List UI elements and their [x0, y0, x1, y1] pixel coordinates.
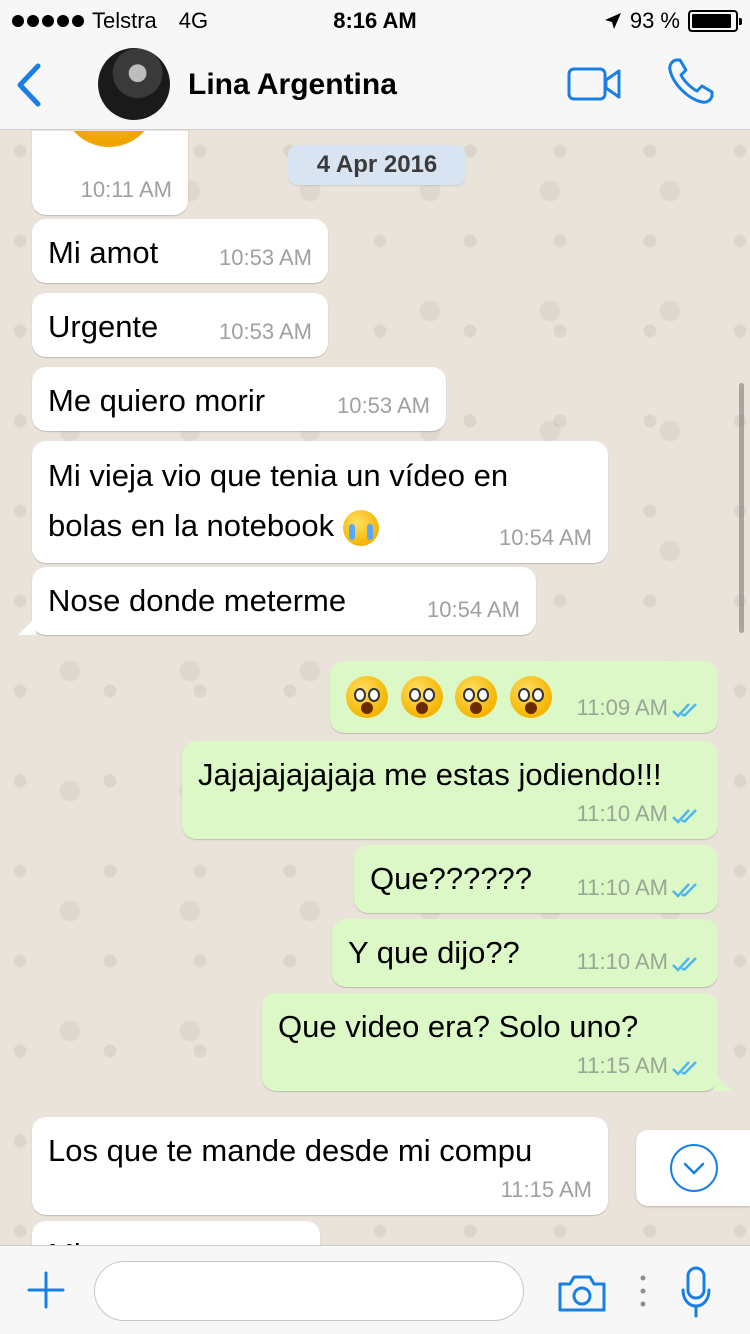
location-arrow-icon [604, 13, 621, 29]
kissing-heart-emoji: 3 ♥ [62, 131, 156, 147]
message-bubble-incoming[interactable]: Nose donde meterme 10:54 AM [18, 567, 536, 635]
message-time: 10:53 AM [219, 245, 312, 270]
message-bubble-outgoing[interactable]: Que?????? 11:10 AM [354, 845, 718, 913]
message-text: Jajajajajajaja me estas jodiendo!!! [198, 757, 662, 792]
message-time: 11:15 AM [500, 1177, 592, 1202]
separator-dots [640, 1275, 646, 1307]
message-text: Los que te mande desde mi compu [48, 1133, 533, 1168]
scroll-indicator[interactable] [739, 383, 744, 633]
scroll-to-bottom-button[interactable] [636, 1130, 750, 1206]
message-bubble-outgoing[interactable]: 11:09 AM [330, 661, 718, 733]
message-bubble-incoming[interactable]: Me quiero morir 10:53 AM [32, 367, 446, 431]
message-text: Mi amor [48, 1231, 304, 1245]
message-time: 11:10 AM [576, 949, 668, 974]
message-time: 11:10 AM [576, 875, 668, 900]
message-bubble-incoming[interactable]: Mi amot 10:53 AM [32, 219, 328, 283]
battery-level [692, 14, 732, 28]
message-bubble-outgoing[interactable]: Que video era? Solo uno? 11:15 AM [262, 993, 732, 1091]
microphone-button[interactable] [680, 1266, 712, 1318]
status-right: 93 % [604, 8, 742, 34]
chat-area[interactable]: 3 ♥ 10:11 AM 4 Apr 2016 Mi amot 10:53 AM… [0, 131, 750, 1245]
message-time: 10:54 AM [427, 597, 520, 622]
message-bubble-outgoing[interactable]: Y que dijo?? 11:10 AM [332, 919, 718, 987]
status-bar: Telstra 4G 8:16 AM 93 % [0, 0, 750, 40]
message-text-content: Mi vieja vio que tenia un vídeo en bolas… [48, 458, 509, 543]
face-screaming-in-fear-emoji [455, 675, 498, 718]
contact-name[interactable]: Lina Argentina [188, 68, 397, 102]
message-bubble-outgoing[interactable]: Jajajajajajaja me estas jodiendo!!! 11:1… [182, 741, 718, 839]
message-time: 10:53 AM [337, 393, 430, 418]
date-chip: 4 Apr 2016 [288, 145, 466, 185]
battery-icon [688, 10, 742, 32]
message-time: 10:53 AM [219, 319, 312, 344]
message-text: Que video era? Solo uno? [278, 1009, 639, 1044]
voice-call-button[interactable] [666, 56, 716, 106]
read-double-check-icon [672, 883, 697, 898]
message-bubble-incoming[interactable]: Mi amor [32, 1221, 320, 1245]
message-time: 10:54 AM [499, 525, 592, 550]
video-call-button[interactable] [566, 64, 622, 104]
chat-header: Lina Argentina [0, 40, 750, 130]
message-time: 11:09 AM [576, 695, 668, 720]
message-input-bar [0, 1245, 750, 1334]
read-double-check-icon [672, 1061, 697, 1076]
chevron-down-circle-icon [670, 1144, 718, 1192]
loudly-crying-face-emoji [342, 509, 379, 546]
battery-percent: 93 % [629, 8, 680, 33]
read-double-check-icon [672, 957, 697, 972]
read-double-check-icon [672, 703, 697, 718]
message-bubble-incoming[interactable]: Los que te mande desde mi compu 11:15 AM [32, 1117, 608, 1215]
message-bubble-incoming[interactable]: 3 ♥ 10:11 AM [32, 131, 188, 215]
attach-plus-button[interactable] [26, 1270, 66, 1310]
face-screaming-in-fear-emoji [400, 675, 443, 718]
message-bubble-incoming[interactable]: Urgente 10:53 AM [32, 293, 328, 357]
contact-avatar[interactable] [98, 48, 170, 120]
message-time: 11:10 AM [576, 801, 668, 826]
message-input[interactable] [94, 1261, 524, 1321]
read-double-check-icon [672, 809, 697, 824]
back-button[interactable] [10, 58, 50, 112]
face-screaming-in-fear-emoji [509, 675, 552, 718]
camera-button[interactable] [556, 1272, 608, 1314]
message-bubble-incoming[interactable]: Mi vieja vio que tenia un vídeo en bolas… [32, 441, 608, 563]
message-time: 10:11 AM [80, 177, 172, 202]
face-screaming-in-fear-emoji [346, 675, 388, 718]
message-time: 11:15 AM [576, 1053, 668, 1078]
